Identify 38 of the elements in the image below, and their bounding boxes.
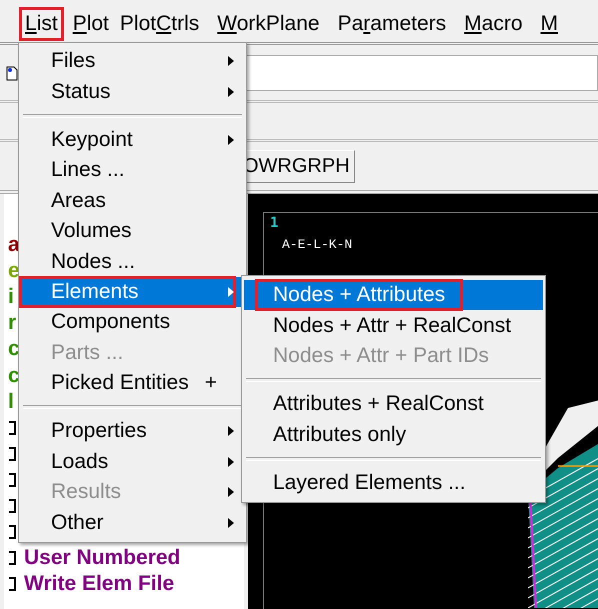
menu-item[interactable]: Nodes ...: [21, 246, 244, 277]
menu-item[interactable]: Properties: [21, 416, 244, 447]
tree-node-icon[interactable]: [8, 498, 16, 513]
menu-item[interactable]: Nodes + Attributes: [244, 280, 543, 310]
menu-bar-item[interactable]: M: [538, 10, 561, 38]
tree-node-icon[interactable]: [8, 446, 16, 461]
menu-item[interactable]: Attributes + RealConst: [244, 389, 543, 420]
menu-item[interactable]: Volumes: [21, 216, 244, 246]
menu-item[interactable]: Components: [21, 307, 244, 338]
file-icon[interactable]: [6, 64, 18, 80]
tree-item[interactable]: l: [8, 390, 14, 414]
menu-bar-item[interactable]: Parameters: [334, 10, 450, 38]
tree-node-icon[interactable]: [8, 420, 16, 435]
tree-item[interactable]: i: [8, 285, 14, 310]
window-number: 1: [270, 215, 278, 231]
menu-bar-item[interactable]: WorkPlane: [214, 10, 323, 38]
menu-item[interactable]: Picked Entities +: [21, 368, 244, 398]
menu-bar-item[interactable]: PlotCtrls: [116, 10, 202, 38]
tree-node-icon[interactable]: [8, 551, 16, 566]
tree-node-icon[interactable]: [8, 577, 16, 592]
menu-item[interactable]: Layered Elements ...: [244, 468, 543, 498]
menu-item[interactable]: Elements: [21, 276, 244, 308]
menu-bar-item[interactable]: Macro: [461, 10, 526, 38]
tree-item[interactable]: User Numbered: [24, 546, 180, 570]
tree-node-icon[interactable]: [8, 525, 16, 540]
menu-item[interactable]: Areas: [21, 186, 244, 216]
tree-item[interactable]: r: [8, 311, 16, 336]
menu-item[interactable]: Loads: [21, 446, 244, 478]
menu-bar-item[interactable]: List: [22, 10, 61, 38]
plot-label: A-E-L-K-N: [282, 237, 352, 252]
menu-bar-item[interactable]: Plot: [70, 10, 112, 38]
menu-item[interactable]: Nodes + Attr + RealConst: [244, 310, 543, 341]
menu-item[interactable]: Status: [21, 76, 244, 107]
menu-item[interactable]: Other: [21, 507, 244, 538]
tree-node-icon[interactable]: [8, 472, 16, 487]
tree-item[interactable]: Write Elem File: [24, 572, 174, 596]
menu-item[interactable]: Files: [21, 46, 244, 76]
menu-item[interactable]: Attributes only: [244, 420, 543, 450]
